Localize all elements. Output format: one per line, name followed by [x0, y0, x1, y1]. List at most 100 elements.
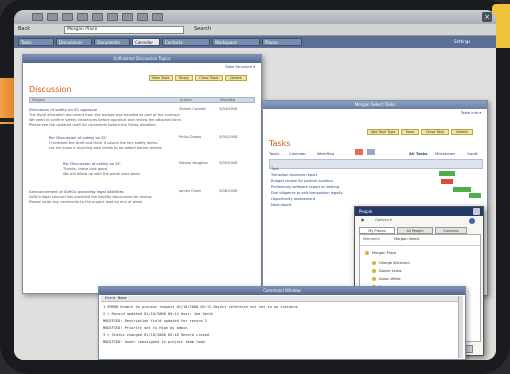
close-task-button[interactable]: Close Task: [421, 129, 449, 135]
person-name: Daniel Lewis: [379, 269, 402, 273]
person-name: Aaron Wilde: [379, 277, 401, 281]
tab-contacts[interactable]: Contacts: [162, 38, 210, 46]
thread-author: James Olsen: [179, 189, 202, 193]
close-topic-button[interactable]: Close Topic: [195, 75, 223, 81]
task-row[interactable]: Opportunity assessment: [271, 197, 371, 202]
subtab-tasks[interactable]: Tasks: [269, 151, 279, 156]
thread-subject[interactable]: Announcement of SoftCo providing legal l…: [29, 189, 169, 194]
person-icon: [372, 269, 376, 273]
workspace-area: Unfinished Discussion Topics Table Struc…: [14, 48, 496, 360]
thread-date: 3/04/2008: [219, 107, 238, 111]
refresh-icon[interactable]: [77, 13, 88, 21]
delete-button[interactable]: Delete: [225, 75, 247, 81]
list-item[interactable]: Daniel Lewis: [372, 269, 402, 273]
console-header-label: Event Name: [105, 296, 127, 300]
subgroup-item[interactable]: Morgan Place: [365, 251, 396, 255]
forward-icon[interactable]: [47, 13, 58, 21]
tasks-heading: Tasks: [269, 139, 291, 148]
tab-settings[interactable]: Settings: [454, 39, 470, 44]
thread-author: Philip Dudas: [179, 135, 202, 139]
bookmark-icon[interactable]: [152, 13, 163, 21]
thread-subject[interactable]: Discussion of safety on SC approval: [29, 107, 169, 112]
decorative-stripe-dark: [0, 118, 14, 122]
status-indicator: ●: [361, 218, 365, 222]
reply-button[interactable]: Reply: [175, 75, 193, 81]
stop-icon[interactable]: [92, 13, 103, 21]
search-label[interactable]: Search: [194, 26, 211, 32]
address-input[interactable]: Morgan Place: [64, 26, 184, 34]
log-line: MODIFIED: Owner reassigned to project te…: [103, 340, 205, 344]
task-row[interactable]: Budget review for partner solution: [271, 179, 371, 184]
tab-my-places[interactable]: My Places: [359, 227, 395, 234]
person-icon: [372, 277, 376, 281]
calendar-icon[interactable]: [367, 149, 375, 155]
screen: × Back Morgan Place Search Tasks Discuss…: [14, 10, 496, 360]
discussion-window-title: Unfinished Discussion Topics: [23, 55, 261, 63]
table-info-link[interactable]: Table Info ▾: [461, 111, 481, 116]
tab-contacts[interactable]: Contacts: [435, 227, 467, 234]
delete-task-button[interactable]: Delete: [451, 129, 473, 135]
thread-subject[interactable]: Re: Discussion of safety on SC: [49, 135, 159, 140]
list-item[interactable]: Announcement of SoftCo providing legal l…: [29, 189, 255, 215]
subtab-workflow[interactable]: Workflow: [317, 151, 334, 156]
address-value: Morgan Place: [67, 27, 98, 32]
folder-icon: [365, 251, 369, 255]
tab-workspace[interactable]: Workspace: [212, 38, 260, 46]
new-topic-button[interactable]: New Topic: [149, 75, 173, 81]
gantt-bar[interactable]: [441, 179, 453, 184]
col-author[interactable]: Author: [180, 98, 192, 103]
navigation-bar: Back Morgan Place Search: [14, 24, 496, 36]
view-gantt[interactable]: Gantt: [467, 151, 478, 156]
home-icon[interactable]: [62, 13, 73, 21]
view-all-tasks[interactable]: All Tasks: [409, 151, 428, 156]
list-item[interactable]: Aaron Wilde: [372, 277, 401, 281]
task-row[interactable]: Due diligence to exit transaction legall…: [271, 191, 371, 196]
back-icon[interactable]: [32, 13, 43, 21]
list-item[interactable]: George Wicklund: [372, 261, 410, 265]
tasks-window-title: Morgan Select Tasks: [263, 101, 487, 109]
dialog-close-icon[interactable]: [473, 208, 480, 215]
log-line: 3 > Status changed 01/10/2008 05:18 Reco…: [103, 333, 210, 337]
people-dialog-title: People: [355, 207, 483, 216]
options-menu[interactable]: Options ▾: [375, 218, 392, 223]
help-icon[interactable]: [469, 218, 475, 224]
list-item[interactable]: Re: Discussion of safety on SC Philip Du…: [49, 135, 255, 161]
thread-author: Zerkes Corbett: [179, 107, 206, 111]
discussion-window: Unfinished Discussion Topics Table Struc…: [22, 54, 262, 294]
thread-subject[interactable]: Re: Discussion of safety on SC: [63, 161, 163, 166]
table-structure-link[interactable]: Table Structure ▾: [225, 65, 255, 70]
task-row[interactable]: Task: [271, 167, 371, 172]
tab-tasks[interactable]: Tasks: [18, 38, 54, 46]
back-label[interactable]: Back: [18, 26, 30, 32]
mail-icon[interactable]: [122, 13, 133, 21]
tab-all-people[interactable]: All People: [397, 227, 433, 234]
tab-discussions[interactable]: Discussions: [56, 38, 92, 46]
vertical-scrollbar[interactable]: [458, 296, 463, 358]
thread-date: 3/05/2008: [219, 135, 238, 139]
flag-icon[interactable]: [355, 149, 363, 155]
subtab-calendar[interactable]: Calendar: [289, 151, 306, 156]
gantt-bar[interactable]: [469, 193, 481, 198]
save-button[interactable]: Save: [401, 129, 419, 135]
gantt-bar[interactable]: [453, 187, 471, 192]
person-name: George Wicklund: [379, 261, 410, 265]
print-icon[interactable]: [107, 13, 118, 21]
task-row[interactable]: Transition business report: [271, 173, 371, 178]
tab-documents[interactable]: Documents: [94, 38, 130, 46]
thread-body-line: We will follow up with the panel next we…: [63, 172, 141, 176]
close-icon[interactable]: ×: [482, 12, 492, 22]
log-line: MODIFIED: Description field updated for …: [103, 319, 207, 323]
view-milestones[interactable]: Milestones: [435, 151, 455, 156]
task-row[interactable]: Preliminary software report on testing: [271, 185, 371, 190]
tab-places[interactable]: Places: [262, 38, 302, 46]
add-task-type-button[interactable]: Add Task Type: [367, 129, 399, 135]
edit-icon[interactable]: [137, 13, 148, 21]
tab-calendar[interactable]: Calendar: [132, 38, 160, 46]
gantt-bar[interactable]: [439, 171, 455, 176]
subgroup-label: Morgan Place: [372, 251, 397, 255]
discussion-heading: Discussion: [29, 85, 72, 94]
thread-date: 3/05/2008: [219, 161, 238, 165]
col-subject[interactable]: Subject: [32, 98, 45, 103]
col-modified[interactable]: Modified: [220, 98, 235, 103]
list-item[interactable]: Re: Discussion of safety on SC Nicolai V…: [63, 161, 255, 187]
